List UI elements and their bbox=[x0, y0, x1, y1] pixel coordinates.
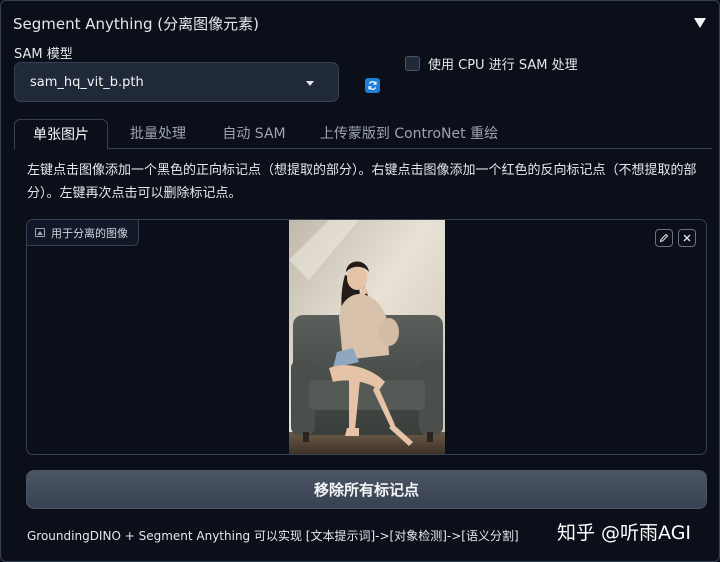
photo-illustration bbox=[289, 220, 445, 454]
footer-description: GroundingDINO + Segment Anything 可以实现 [文… bbox=[27, 529, 519, 543]
collapse-triangle-icon[interactable] bbox=[694, 18, 706, 28]
cpu-checkbox-row[interactable]: 使用 CPU 进行 SAM 处理 bbox=[405, 54, 578, 73]
tab-batch[interactable]: 批量处理 bbox=[118, 119, 198, 149]
tab-single-image[interactable]: 单张图片 bbox=[14, 119, 108, 150]
model-dropdown[interactable]: sam_hq_vit_b.pth bbox=[14, 62, 339, 102]
image-input-label-text: 用于分离的图像 bbox=[51, 226, 128, 240]
refresh-models-button[interactable] bbox=[365, 78, 380, 93]
watermark: 知乎 @听雨AGI bbox=[557, 522, 692, 544]
model-label: SAM 模型 bbox=[14, 47, 73, 62]
refresh-icon bbox=[368, 81, 377, 90]
cpu-checkbox[interactable] bbox=[405, 56, 420, 71]
cpu-checkbox-label: 使用 CPU 进行 SAM 处理 bbox=[428, 58, 578, 73]
tab-bar: 单张图片 批量处理 自动 SAM 上传蒙版到 ControNet 重绘 bbox=[14, 119, 712, 150]
remove-all-points-button[interactable]: 移除所有标记点 bbox=[26, 470, 707, 509]
panel-title: Segment Anything (分离图像元素) bbox=[13, 14, 259, 33]
clear-image-button[interactable] bbox=[678, 229, 696, 247]
panel-header[interactable]: Segment Anything (分离图像元素) bbox=[13, 9, 709, 37]
image-input-label: 用于分离的图像 bbox=[27, 220, 139, 246]
edit-image-button[interactable] bbox=[655, 229, 673, 247]
tab-auto-sam[interactable]: 自动 SAM bbox=[213, 119, 295, 149]
close-icon bbox=[683, 234, 691, 242]
pencil-icon bbox=[659, 233, 669, 243]
dropdown-caret-icon bbox=[306, 81, 314, 86]
image-upload-area[interactable]: 用于分离的图像 bbox=[26, 219, 707, 455]
image-icon bbox=[35, 228, 45, 237]
instructions-text: 左键点击图像添加一个黑色的正向标记点（想提取的部分）。右键点击图像添加一个红色的… bbox=[27, 163, 697, 201]
segment-anything-panel: Segment Anything (分离图像元素) SAM 模型 sam_hq_… bbox=[0, 0, 720, 562]
tab-upload-mask-controlnet[interactable]: 上传蒙版到 ControNet 重绘 bbox=[311, 119, 507, 149]
model-selected-value: sam_hq_vit_b.pth bbox=[30, 74, 144, 90]
uploaded-photo[interactable] bbox=[289, 220, 445, 454]
